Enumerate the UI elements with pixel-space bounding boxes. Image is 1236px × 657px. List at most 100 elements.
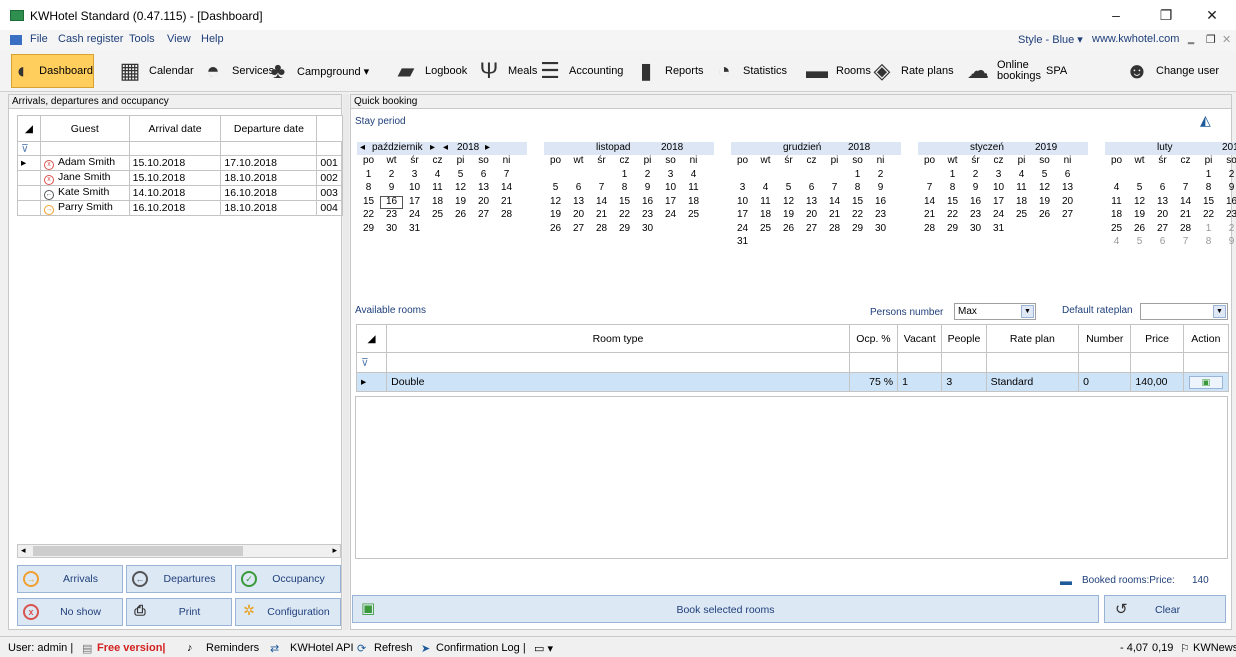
calendar-day[interactable]: 7	[495, 169, 518, 183]
meals-button[interactable]: Ψ Meals	[475, 54, 538, 88]
pane-splitter[interactable]	[343, 94, 349, 630]
calendar-day[interactable]: 25	[1010, 209, 1033, 223]
calendar-day[interactable]: 28	[590, 223, 613, 237]
calendar-day[interactable]: 5	[449, 169, 472, 183]
calendar-day[interactable]: 25	[682, 209, 705, 223]
calendar-day[interactable]: 26	[449, 209, 472, 223]
calendar-day[interactable]: 4	[682, 169, 705, 183]
calendar-day[interactable]: 18	[1010, 196, 1033, 210]
calendar-day[interactable]: 6	[472, 169, 495, 183]
calendar-day-next-month[interactable]: 6	[1151, 236, 1174, 250]
calendar-day[interactable]: 18	[426, 196, 449, 210]
filter-cell[interactable]	[985, 352, 1080, 373]
menu-tools[interactable]: Tools	[129, 33, 155, 45]
calendar-day[interactable]: 7	[918, 182, 941, 196]
calendar-day[interactable]: 22	[613, 209, 636, 223]
calendar-day[interactable]: 14	[495, 182, 518, 196]
filter-cell[interactable]	[897, 352, 943, 373]
calendar-day[interactable]: 18	[754, 209, 777, 223]
calendar-day[interactable]: 21	[590, 209, 613, 223]
calendar-month-name[interactable]: grudzień	[783, 142, 821, 153]
calendar-day[interactable]: 11	[426, 182, 449, 196]
calendar-day-next-month[interactable]: 2	[1220, 223, 1236, 237]
calendar-day[interactable]: 30	[380, 223, 403, 237]
calendar-day[interactable]: 20	[567, 209, 590, 223]
calendar-day[interactable]: 3	[731, 182, 754, 196]
refresh-link[interactable]: Refresh	[374, 642, 413, 654]
table-row[interactable]: x Jane Smith 15.10.2018 18.10.2018 002	[17, 170, 343, 186]
calendar-day[interactable]: 1	[941, 169, 964, 183]
calendar-day[interactable]: 10	[731, 196, 754, 210]
reminders-link[interactable]: Reminders	[206, 642, 259, 654]
col-rate-plan[interactable]: Rate plan	[985, 324, 1080, 353]
calendar-day[interactable]: 2	[380, 169, 403, 183]
persons-number-select[interactable]: Max ▼	[954, 303, 1036, 320]
statistics-button[interactable]: ◔ Statistics	[710, 54, 787, 88]
calendar-year[interactable]: 2018	[661, 142, 683, 153]
calendar-day[interactable]: 25	[1105, 223, 1128, 237]
calendar-day[interactable]: 15	[846, 196, 869, 210]
calendar-day[interactable]: 9	[380, 182, 403, 196]
calendar-day-next-month[interactable]: 1	[1197, 223, 1220, 237]
print-button[interactable]: ⎙ Print	[126, 598, 232, 626]
col-price[interactable]: Price	[1130, 324, 1184, 353]
calendar-day[interactable]: 27	[1056, 209, 1079, 223]
chart-toggle-icon[interactable]: ◭	[1200, 112, 1211, 129]
default-rateplan-select[interactable]: ▼	[1140, 303, 1228, 320]
calendar-day[interactable]: 29	[941, 223, 964, 237]
horizontal-scrollbar[interactable]: ◂ ▸	[17, 544, 341, 558]
calendar-day[interactable]: 30	[964, 223, 987, 237]
calendar-day[interactable]: 31	[987, 223, 1010, 237]
calendar-day[interactable]: 1	[1197, 169, 1220, 183]
calendar-day[interactable]: 8	[1197, 182, 1220, 196]
calendar-day[interactable]: 16	[964, 196, 987, 210]
calendar-day[interactable]: 9	[636, 182, 659, 196]
calendar-day[interactable]: 8	[357, 182, 380, 196]
calendar-day[interactable]: 25	[754, 223, 777, 237]
calendar-day[interactable]: 28	[918, 223, 941, 237]
calendar-day-next-month[interactable]: 8	[1197, 236, 1220, 250]
calendar-day[interactable]: 20	[472, 196, 495, 210]
calendar-day[interactable]: 19	[777, 209, 800, 223]
departures-button[interactable]: ← Departures	[126, 565, 232, 593]
minimize-button[interactable]: –	[1096, 4, 1136, 26]
calendar-day[interactable]: 14	[590, 196, 613, 210]
filter-cell[interactable]	[220, 141, 318, 156]
calendar-day-next-month[interactable]: 5	[1128, 236, 1151, 250]
calendar-day[interactable]: 6	[800, 182, 823, 196]
calendar-day[interactable]: 9	[1220, 182, 1236, 196]
table-row[interactable]: ▸ x Adam Smith 15.10.2018 17.10.2018 001	[17, 155, 343, 171]
col-departure[interactable]: Departure date	[220, 115, 318, 142]
kwhotel-api-link[interactable]: KWHotel API	[290, 642, 354, 654]
calendar-day[interactable]: 13	[800, 196, 823, 210]
col-people[interactable]: People	[941, 324, 987, 353]
calendar-day[interactable]: 21	[823, 209, 846, 223]
close-button[interactable]: ✕	[1192, 4, 1232, 26]
calendar-day[interactable]: 17	[403, 196, 426, 210]
calendar-day[interactable]: 12	[544, 196, 567, 210]
filter-cell[interactable]	[386, 352, 850, 373]
calendar-day[interactable]: 27	[472, 209, 495, 223]
scroll-thumb[interactable]	[33, 546, 243, 556]
campground-button[interactable]: ♣ Campground ▾	[264, 54, 369, 88]
online-bookings-button[interactable]: ☁ Online bookings	[964, 54, 1041, 88]
filter-cell[interactable]	[848, 352, 899, 373]
calendar-day[interactable]: 12	[1128, 196, 1151, 210]
calendar-day[interactable]: 23	[636, 209, 659, 223]
calendar-day[interactable]: 19	[1128, 209, 1151, 223]
calendar-day[interactable]: 13	[1151, 196, 1174, 210]
calendar-day[interactable]: 11	[1010, 182, 1033, 196]
calendar-day[interactable]: 2	[1220, 169, 1236, 183]
calendar-day[interactable]: 11	[754, 196, 777, 210]
filter-cell[interactable]	[1182, 352, 1230, 373]
calendar-day[interactable]: 23	[964, 209, 987, 223]
calendar-day[interactable]: 11	[1105, 196, 1128, 210]
calendar-day[interactable]: 6	[1151, 182, 1174, 196]
calendar-day[interactable]: 28	[823, 223, 846, 237]
calendar-day[interactable]: 23	[380, 209, 403, 223]
calendar-month-name[interactable]: listopad	[596, 142, 630, 153]
scroll-left-icon[interactable]: ◂	[21, 545, 26, 556]
calendar-year[interactable]: 2019	[1035, 142, 1057, 153]
col-number[interactable]: Number	[1078, 324, 1132, 353]
calendar-month-name[interactable]: luty	[1157, 142, 1173, 153]
